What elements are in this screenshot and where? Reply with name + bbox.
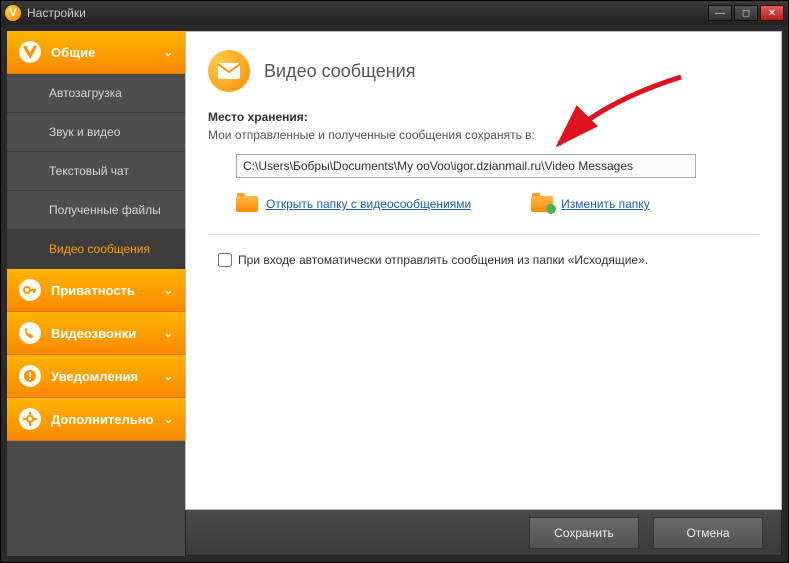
sidebar-cat-label: Общие <box>51 45 95 60</box>
gear-icon <box>19 408 41 430</box>
chevron-down-icon: ⌄ <box>164 284 173 297</box>
sidebar-cat-label: Уведомления <box>51 369 138 384</box>
chevron-down-icon: ⌄ <box>164 370 173 383</box>
sidebar-cat-videocalls[interactable]: Видеозвонки ⌄ <box>7 312 185 355</box>
close-button[interactable]: ✕ <box>760 5 784 21</box>
sidebar-cat-privacy[interactable]: Приватность ⌄ <box>7 269 185 312</box>
sidebar-item-received-files[interactable]: Полученные файлы <box>7 191 185 230</box>
sidebar-cat-label: Видеозвонки <box>51 326 136 341</box>
divider <box>208 234 759 235</box>
chevron-down-icon: ⌄ <box>164 46 173 59</box>
footer: Сохранить Отмена <box>185 510 782 556</box>
envelope-icon <box>208 50 250 92</box>
v-icon <box>19 41 41 63</box>
app-logo-icon: V <box>5 5 21 21</box>
sidebar-item-autoload[interactable]: Автозагрузка <box>7 74 185 113</box>
auto-send-checkbox[interactable] <box>218 253 232 267</box>
chevron-down-icon: ⌄ <box>164 327 173 340</box>
maximize-button[interactable]: ◻ <box>734 5 758 21</box>
save-button[interactable]: Сохранить <box>529 517 639 549</box>
auto-send-checkbox-row[interactable]: При входе автоматически отправлять сообщ… <box>218 253 759 267</box>
content-title: Видео сообщения <box>264 61 415 82</box>
sidebar-cat-label: Дополнительно <box>51 412 154 427</box>
storage-label: Место хранения: <box>208 110 759 124</box>
sidebar-item-text-chat[interactable]: Текстовый чат <box>7 152 185 191</box>
change-folder-link[interactable]: Изменить папку <box>531 196 650 212</box>
sidebar-cat-general[interactable]: Общие ⌄ <box>7 31 185 74</box>
minimize-button[interactable]: — <box>708 5 732 21</box>
sidebar-item-video-messages[interactable]: Видео сообщения <box>7 230 185 269</box>
sidebar-cat-label: Приватность <box>51 283 135 298</box>
sidebar: Общие ⌄ Автозагрузка Звук и видео Тексто… <box>7 31 185 556</box>
alert-icon <box>19 365 41 387</box>
cancel-button[interactable]: Отмена <box>653 517 763 549</box>
link-label: Открыть папку с видеосообщениями <box>266 197 471 211</box>
checkbox-label: При входе автоматически отправлять сообщ… <box>238 253 648 267</box>
chevron-down-icon: ⌄ <box>164 413 173 426</box>
key-icon <box>19 279 41 301</box>
phone-icon <box>19 322 41 344</box>
link-label: Изменить папку <box>561 197 650 211</box>
storage-path-input[interactable] <box>236 154 696 178</box>
open-folder-link[interactable]: Открыть папку с видеосообщениями <box>236 196 471 212</box>
window-title: Настройки <box>27 6 86 20</box>
sidebar-item-sound-video[interactable]: Звук и видео <box>7 113 185 152</box>
content-panel: Видео сообщения Место хранения: Мои отпр… <box>185 31 782 510</box>
sidebar-cat-notifications[interactable]: Уведомления ⌄ <box>7 355 185 398</box>
sidebar-cat-advanced[interactable]: Дополнительно ⌄ <box>7 398 185 441</box>
storage-description: Мои отправленные и полученные сообщения … <box>208 128 759 142</box>
folder-icon <box>236 196 258 212</box>
folder-change-icon <box>531 196 553 212</box>
settings-window: V Настройки — ◻ ✕ Общие ⌄ Автозагрузка З… <box>0 0 789 563</box>
titlebar: V Настройки — ◻ ✕ <box>1 1 788 25</box>
